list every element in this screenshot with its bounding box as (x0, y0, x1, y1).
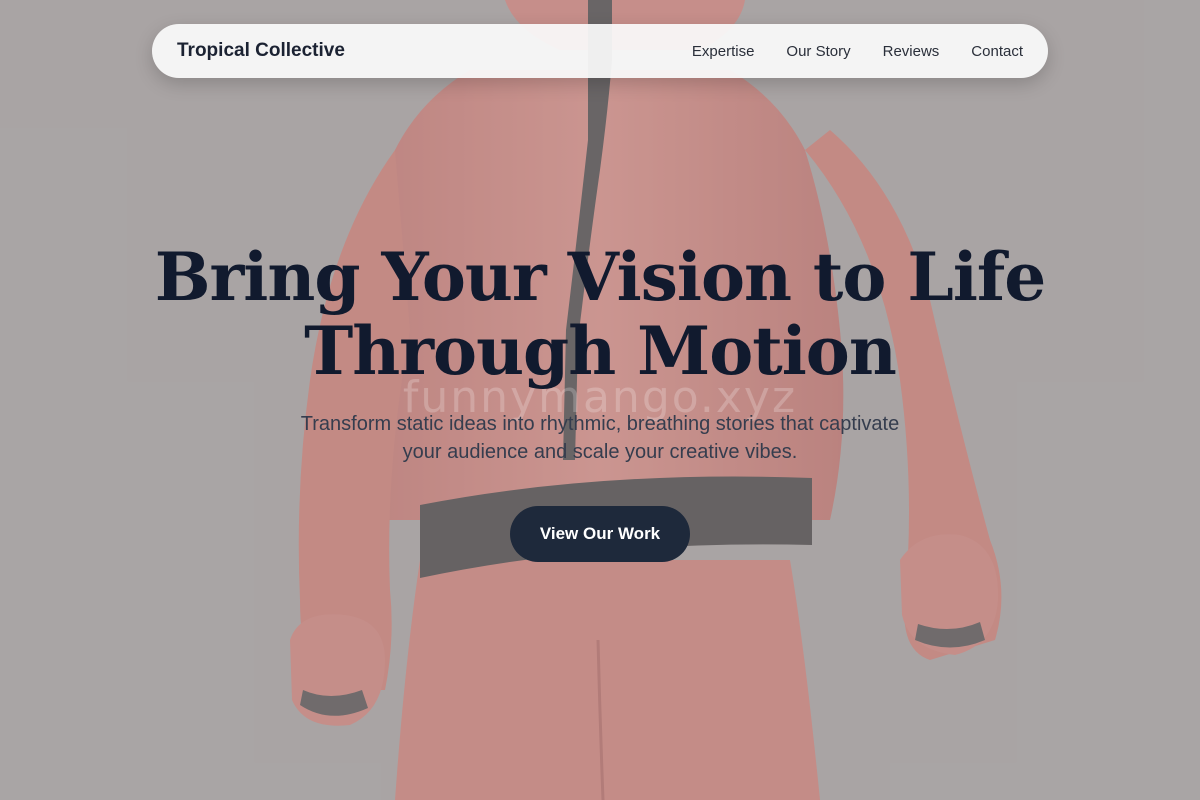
nav-link-contact[interactable]: Contact (971, 43, 1023, 60)
hero-section: Bring Your Vision to Life Through Motion… (0, 240, 1200, 562)
hero-subtitle: Transform static ideas into rhythmic, br… (260, 410, 940, 466)
hero-subtitle-line-2: your audience and scale your creative vi… (402, 441, 798, 463)
hero-subtitle-line-1: Transform static ideas into rhythmic, br… (300, 413, 900, 435)
hero-title-line-2: Through Motion (304, 312, 897, 390)
top-navbar: Tropical Collective Expertise Our Story … (152, 24, 1048, 78)
brand-logo-text[interactable]: Tropical Collective (177, 40, 345, 62)
nav-link-our-story[interactable]: Our Story (786, 43, 850, 60)
nav-link-expertise[interactable]: Expertise (692, 43, 755, 60)
view-our-work-button[interactable]: View Our Work (510, 506, 690, 562)
hero-title: Bring Your Vision to Life Through Motion (0, 240, 1200, 388)
hero-title-line-1: Bring Your Vision to Life (154, 238, 1047, 316)
nav-links: Expertise Our Story Reviews Contact (692, 43, 1023, 60)
nav-link-reviews[interactable]: Reviews (883, 43, 940, 60)
hero-page: funnymango.xyz Tropical Collective Exper… (0, 0, 1200, 800)
